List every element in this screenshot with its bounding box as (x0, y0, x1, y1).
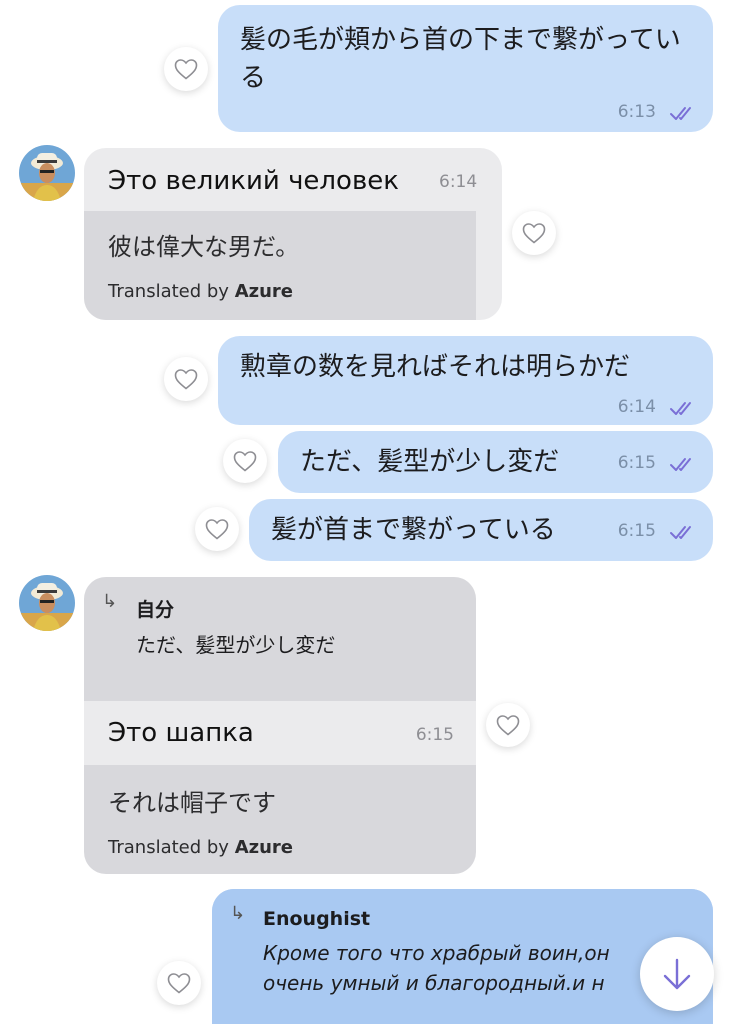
translation-service: Azure (234, 281, 294, 302)
message-text: 髪の毛が頬から首の下まで繋がっている (240, 25, 681, 93)
translated-by-prefix: Translated by (108, 837, 229, 858)
reply-arrow-icon: ↳ (102, 591, 118, 612)
outgoing-message[interactable]: ↳ Enoughist Кроме того что храбрый воин,… (212, 889, 713, 1024)
heart-icon (167, 973, 191, 994)
message-time: 6:15 (617, 453, 656, 473)
message-meta: 6:13 (618, 102, 695, 122)
message-text: Это шапка (108, 718, 254, 748)
translation-service: Azure (234, 837, 294, 858)
reply-quote[interactable]: ↳ 自分 ただ、髪型が少し変だ (84, 577, 476, 701)
avatar[interactable] (19, 575, 75, 631)
translation-text: 彼は偉大な男だ。 (108, 233, 300, 261)
avatar[interactable] (19, 145, 75, 201)
reply-arrow-icon: ↳ (230, 903, 246, 924)
reply-text: ただ、髪型が少し変だ (136, 633, 336, 657)
heart-icon (174, 59, 198, 80)
reply-text-line: Кроме того что храбрый воин,он (263, 941, 610, 965)
heart-button[interactable] (164, 47, 208, 91)
heart-icon (496, 715, 520, 736)
double-check-icon (670, 106, 691, 120)
translated-by: Translated by Azure (108, 281, 293, 302)
incoming-message[interactable]: Это великий человек 6:14 彼は偉大な男だ。 Transl… (84, 148, 502, 320)
translation-text: それは帽子です (108, 789, 276, 817)
reply-quote[interactable]: ↳ Enoughist Кроме того что храбрый воин,… (212, 889, 713, 1024)
message-text: 髪が首まで繋がっている (271, 515, 556, 545)
translated-by-prefix: Translated by (108, 281, 229, 302)
message-text: ただ、髪型が少し変だ (300, 447, 560, 477)
translation-box: それは帽子です Translated by Azure (84, 765, 476, 874)
heart-button[interactable] (164, 357, 208, 401)
heart-button[interactable] (223, 439, 267, 483)
heart-button[interactable] (195, 507, 239, 551)
outgoing-message[interactable]: 勲章の数を見ればそれは明らかだ 6:14 (218, 336, 713, 425)
message-time: 6:14 (617, 397, 656, 417)
translation-box: 彼は偉大な男だ。 Translated by Azure (84, 211, 476, 320)
outgoing-message[interactable]: 髪が首まで繋がっている 6:15 (249, 499, 713, 561)
heart-icon (233, 451, 257, 472)
message-time: 6:15 (617, 521, 656, 541)
message-time: 6:13 (617, 102, 656, 122)
message-text: 勲章の数を見ればそれは明らかだ (240, 352, 631, 382)
double-check-icon (670, 457, 691, 471)
message-time: 6:15 (415, 725, 454, 745)
heart-icon (174, 369, 198, 390)
message-meta: 6:15 (618, 521, 695, 541)
message-meta: 6:15 (618, 453, 695, 473)
double-check-icon (670, 401, 691, 415)
message-time: 6:14 (439, 172, 478, 192)
reply-author: 自分 (136, 599, 175, 621)
outgoing-message[interactable]: 髪の毛が頬から首の下まで繋がっている 6:13 (218, 5, 713, 132)
reply-author: Enoughist (263, 908, 371, 930)
heart-icon (522, 223, 546, 244)
message-body: Это шапка 6:15 (84, 701, 476, 765)
scroll-to-bottom-button[interactable] (640, 937, 714, 1011)
outgoing-message[interactable]: ただ、髪型が少し変だ 6:15 (278, 431, 713, 493)
message-meta: 6:14 (618, 397, 695, 417)
double-check-icon (670, 525, 691, 539)
translated-by: Translated by Azure (108, 837, 293, 858)
incoming-message[interactable]: ↳ 自分 ただ、髪型が少し変だ Это шапка 6:15 それは帽子です T… (84, 577, 476, 874)
reply-text-line: очень умный и благородный.и н (263, 971, 605, 995)
message-text: Это великий человек (108, 166, 399, 196)
heart-button[interactable] (157, 961, 201, 1005)
heart-button[interactable] (486, 703, 530, 747)
heart-icon (205, 519, 229, 540)
arrow-down-icon (663, 958, 691, 990)
heart-button[interactable] (512, 211, 556, 255)
